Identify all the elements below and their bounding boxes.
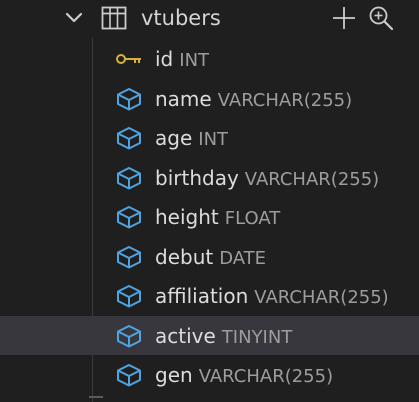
column-row-name[interactable]: name VARCHAR(255) bbox=[0, 79, 419, 119]
cube-icon bbox=[117, 87, 141, 110]
column-type: INT bbox=[198, 129, 229, 150]
column-name: gen bbox=[155, 363, 193, 387]
column-type: VARCHAR(255) bbox=[244, 168, 380, 190]
column-text: gen VARCHAR(255) bbox=[155, 362, 417, 390]
column-type: VARCHAR(255) bbox=[254, 287, 389, 308]
column-row-debut[interactable]: debut DATE bbox=[0, 237, 419, 277]
add-icon[interactable] bbox=[331, 5, 357, 31]
key-icon bbox=[116, 54, 141, 64]
column-name: affiliation bbox=[155, 284, 249, 308]
column-text: debut DATE bbox=[155, 244, 417, 272]
column-text: affiliation VARCHAR(255) bbox=[155, 283, 417, 311]
column-name: birthday bbox=[155, 165, 239, 190]
column-type: INT bbox=[179, 50, 210, 71]
column-row-height[interactable]: height FLOAT bbox=[0, 197, 419, 237]
cube-icon bbox=[117, 245, 141, 268]
column-text: name VARCHAR(255) bbox=[155, 86, 417, 114]
cube-icon bbox=[117, 324, 141, 347]
column-name: age bbox=[155, 126, 193, 150]
table-name: vtubers bbox=[141, 6, 221, 30]
column-text: birthday VARCHAR(255) bbox=[155, 165, 417, 193]
column-name: id bbox=[155, 47, 174, 71]
column-text: id INT bbox=[155, 46, 417, 74]
column-type: FLOAT bbox=[224, 208, 281, 229]
column-type: DATE bbox=[219, 247, 267, 269]
column-row-birthday[interactable]: birthday VARCHAR(255) bbox=[0, 158, 419, 198]
column-type: TINYINT bbox=[221, 326, 293, 348]
cube-icon bbox=[117, 206, 141, 229]
column-type: VARCHAR(255) bbox=[198, 366, 334, 387]
zoom-in-icon[interactable] bbox=[368, 5, 394, 31]
cube-icon bbox=[117, 127, 141, 150]
column-name: active bbox=[155, 323, 216, 348]
column-name: debut bbox=[155, 244, 214, 269]
column-row-gen[interactable]: gen VARCHAR(255) bbox=[0, 355, 419, 395]
cube-icon bbox=[117, 285, 141, 308]
column-text: height FLOAT bbox=[155, 204, 417, 232]
table-icon bbox=[101, 6, 127, 30]
column-type: VARCHAR(255) bbox=[217, 89, 353, 111]
column-row-age[interactable]: age INT bbox=[0, 118, 419, 158]
cube-icon bbox=[117, 166, 141, 189]
column-text: active TINYINT bbox=[155, 323, 417, 351]
column-name: name bbox=[155, 86, 212, 111]
column-name: height bbox=[155, 205, 219, 229]
chevron-down-icon[interactable] bbox=[64, 10, 84, 26]
scroll-indicator bbox=[89, 396, 103, 398]
column-row-active[interactable]: active TINYINT bbox=[0, 315, 419, 355]
database-tree: vtubers id INT name VARCHAR(255) age INT birth… bbox=[0, 0, 419, 402]
column-row-id[interactable]: id INT bbox=[0, 39, 419, 79]
column-row-affiliation[interactable]: affiliation VARCHAR(255) bbox=[0, 276, 419, 316]
column-text: age INT bbox=[155, 125, 417, 153]
table-row-vtubers[interactable]: vtubers bbox=[0, 0, 419, 38]
cube-icon bbox=[117, 364, 141, 387]
